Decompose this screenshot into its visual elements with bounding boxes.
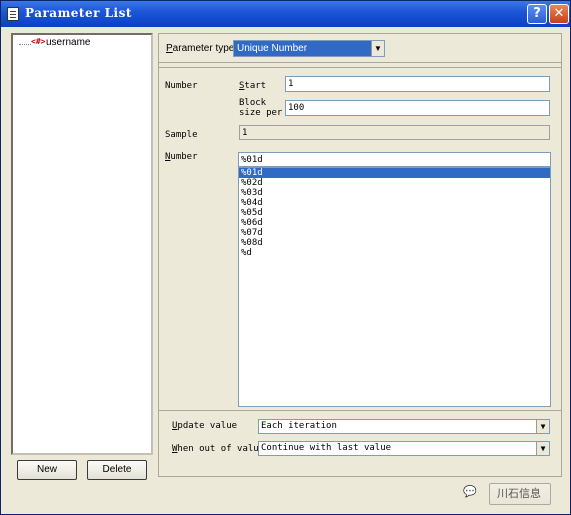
number-label: Number [165,81,198,91]
parameter-icon: <#> [31,37,46,46]
number-format-label: Number [165,152,198,162]
tree-item-username[interactable]: username [46,37,90,48]
list-item[interactable]: %06d [239,218,550,228]
parameter-type-row: Parameter type: Unique Number ▼ [158,33,562,63]
chevron-down-icon[interactable]: ▼ [371,41,384,56]
list-item[interactable]: %01d [239,168,550,178]
block-size-field[interactable]: 100 [285,100,550,116]
sample-field: 1 [239,125,550,140]
delete-button[interactable]: Delete [87,460,147,480]
chat-icon: 💬 [463,486,477,498]
tree-connector [19,44,31,45]
parameter-type-label: Parameter type: [166,43,238,54]
number-format-input[interactable]: %01d [238,152,551,167]
update-value-select[interactable]: Each iteration ▼ [258,419,550,434]
close-button[interactable]: ✕ [549,4,569,24]
document-icon [7,7,19,21]
out-of-values-select[interactable]: Continue with last value ▼ [258,441,550,456]
parameter-type-select[interactable]: Unique Number ▼ [233,40,385,57]
parameter-list-window: Parameter List ? ✕ <#> username New Dele… [0,0,571,515]
watermark-text: 川石信息 [497,488,541,500]
list-item[interactable]: %04d [239,198,550,208]
start-field[interactable]: 1 [285,76,550,92]
number-format-list[interactable]: %01d %02d %03d %04d %05d %06d %07d %08d … [238,167,551,407]
sample-label: Sample [165,130,198,140]
update-value-label: Update value [172,421,238,431]
title-bar[interactable]: Parameter List ? ✕ [1,1,570,27]
new-button[interactable]: New [17,460,77,480]
window-title: Parameter List [25,6,132,20]
list-item[interactable]: %03d [239,188,550,198]
list-item[interactable]: %02d [239,178,550,188]
out-of-values-label: When out of values [172,444,258,454]
parameter-tree[interactable]: <#> username [11,33,153,455]
help-button[interactable]: ? [527,4,547,24]
chevron-down-icon[interactable]: ▼ [536,420,549,433]
start-label: Start [239,81,267,91]
block-size-label: Block size per [239,98,283,118]
list-item[interactable]: %d [239,248,550,258]
list-item[interactable]: %08d [239,238,550,248]
list-item[interactable]: %07d [239,228,550,238]
list-item[interactable]: %05d [239,208,550,218]
chevron-down-icon[interactable]: ▼ [536,442,549,455]
